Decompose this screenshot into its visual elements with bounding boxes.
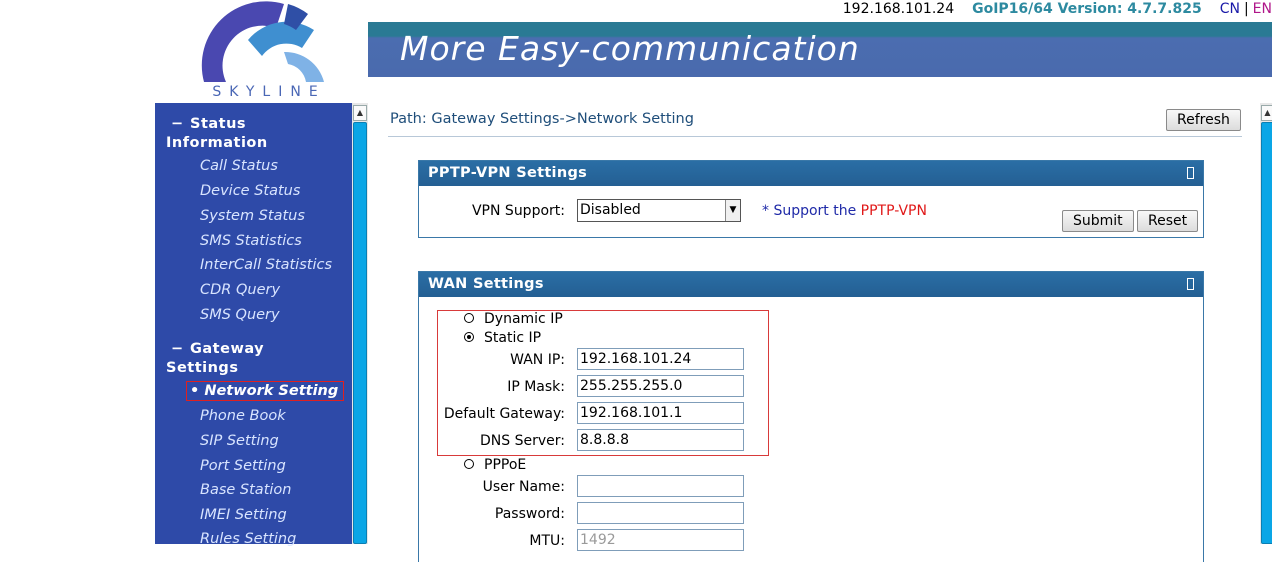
dns-server-input[interactable]: 8.8.8.8	[577, 429, 744, 451]
path-divider	[388, 136, 1242, 137]
wan-ip-label: WAN IP:	[510, 352, 565, 368]
nav-section-title-2: Information	[166, 135, 268, 151]
vpn-support-label: VPN Support:	[471, 203, 565, 219]
pppoe-label: PPPoE	[484, 457, 527, 473]
nav-section-status[interactable]: − Status Information	[166, 115, 268, 153]
password-label: Password:	[494, 506, 565, 522]
static-ip-radio[interactable]	[464, 332, 474, 342]
wan-ip-input[interactable]: 192.168.101.24	[577, 348, 744, 370]
scroll-up-arrow-icon[interactable]: ▲	[353, 105, 367, 121]
active-bullet-icon: •	[190, 383, 205, 399]
ip-mask-label: IP Mask:	[507, 379, 565, 395]
default-gateway-input[interactable]: 192.168.101.1	[577, 402, 744, 424]
sidebar-item-sip-setting[interactable]: SIP Setting	[200, 433, 279, 449]
sidebar-item-label: Network Setting	[204, 383, 339, 399]
collapse-minus-icon: −	[171, 116, 184, 132]
wan-settings-panel: WAN Settings Dynamic IP Static IP WAN IP…	[418, 271, 1204, 562]
nav-section-title-2: Settings	[166, 360, 239, 376]
pptp-vpn-panel: PPTP-VPN Settings VPN Support: Disabled …	[418, 160, 1204, 238]
dropdown-arrow-icon: ▼	[725, 200, 740, 221]
collapse-icon[interactable]	[1187, 278, 1194, 290]
sidebar-item-rules-setting[interactable]: Rules Setting	[200, 531, 296, 547]
logo-arcs-icon	[201, 1, 324, 83]
nav-section-title: Gateway	[190, 341, 265, 357]
pptp-support-prefix: * Support the	[762, 203, 861, 219]
vpn-support-value: Disabled	[580, 202, 641, 218]
sidebar-item-device-status[interactable]: Device Status	[200, 183, 300, 199]
scrollbar-thumb[interactable]	[1261, 122, 1272, 544]
pptp-panel-title: PPTP-VPN Settings	[428, 165, 588, 181]
sidebar-item-system-status[interactable]: System Status	[200, 208, 305, 224]
ip-mask-input[interactable]: 255.255.255.0	[577, 375, 744, 397]
wan-panel-title: WAN Settings	[428, 276, 544, 292]
dynamic-ip-radio[interactable]	[464, 313, 474, 323]
sidebar-nav: − Status Information Call Status Device S…	[155, 103, 352, 547]
pptp-support-link[interactable]: PPTP-VPN	[861, 203, 927, 219]
header-banner: More Easy-communication	[368, 22, 1272, 77]
default-gateway-label: Default Gateway:	[443, 406, 565, 422]
wan-panel-header[interactable]: WAN Settings	[419, 272, 1203, 297]
device-ip: 192.168.101.24	[842, 1, 955, 17]
sidebar-item-sms-query[interactable]: SMS Query	[200, 307, 280, 323]
main-scrollbar[interactable]: ▲	[1260, 103, 1272, 544]
banner-title: More Easy-communication	[400, 29, 860, 68]
reset-button[interactable]: Reset	[1137, 210, 1199, 232]
sidebar-item-port-setting[interactable]: Port Setting	[200, 458, 286, 474]
mtu-label: MTU:	[529, 533, 565, 549]
username-input[interactable]	[577, 475, 744, 497]
vpn-support-select[interactable]: Disabled ▼	[577, 199, 741, 222]
logo-text: SKYLINE	[212, 84, 326, 100]
lang-separator: |	[1243, 1, 1249, 17]
pptp-panel-header[interactable]: PPTP-VPN Settings	[419, 161, 1203, 186]
sidebar-item-call-status[interactable]: Call Status	[200, 158, 278, 174]
firmware-version: GoIP16/64 Version: 4.7.7.825	[972, 1, 1202, 17]
static-ip-label: Static IP	[484, 330, 542, 346]
sidebar-item-network-setting[interactable]: • Network Setting	[186, 381, 345, 401]
top-info-bar: 192.168.101.24 GoIP16/64 Version: 4.7.7.8…	[843, 0, 1272, 20]
username-label: User Name:	[482, 479, 565, 495]
pptp-support-note: * Support the PPTP-VPN	[762, 203, 927, 219]
sidebar-scrollbar[interactable]: ▲	[352, 103, 368, 544]
mtu-input[interactable]: 1492	[577, 529, 744, 551]
sidebar-item-intercall-statistics[interactable]: InterCall Statistics	[200, 257, 332, 273]
sidebar-item-cdr-query[interactable]: CDR Query	[200, 282, 280, 298]
nav-section-title: Status	[190, 116, 247, 132]
sidebar-item-sms-statistics[interactable]: SMS Statistics	[200, 233, 302, 249]
pppoe-radio[interactable]	[464, 459, 474, 469]
sidebar-item-imei-setting[interactable]: IMEI Setting	[200, 507, 287, 523]
dns-server-label: DNS Server:	[480, 433, 565, 449]
sidebar-item-base-station[interactable]: Base Station	[200, 482, 291, 498]
scroll-up-arrow-icon[interactable]: ▲	[1261, 105, 1272, 121]
collapse-minus-icon: −	[171, 341, 184, 357]
sidebar-item-phone-book[interactable]: Phone Book	[200, 408, 286, 424]
nav-section-gateway[interactable]: − Gateway Settings	[166, 340, 264, 378]
scrollbar-thumb[interactable]	[353, 122, 367, 544]
password-input[interactable]	[577, 502, 744, 524]
lang-en-link[interactable]: EN	[1253, 1, 1272, 17]
lang-cn-link[interactable]: CN	[1220, 1, 1240, 17]
refresh-button[interactable]: Refresh	[1166, 109, 1241, 131]
collapse-icon[interactable]	[1187, 167, 1194, 179]
skyline-logo: SKYLINE	[196, 0, 336, 102]
breadcrumb: Path: Gateway Settings->Network Setting	[390, 111, 694, 127]
submit-button[interactable]: Submit	[1062, 210, 1134, 232]
dynamic-ip-label: Dynamic IP	[484, 311, 563, 327]
